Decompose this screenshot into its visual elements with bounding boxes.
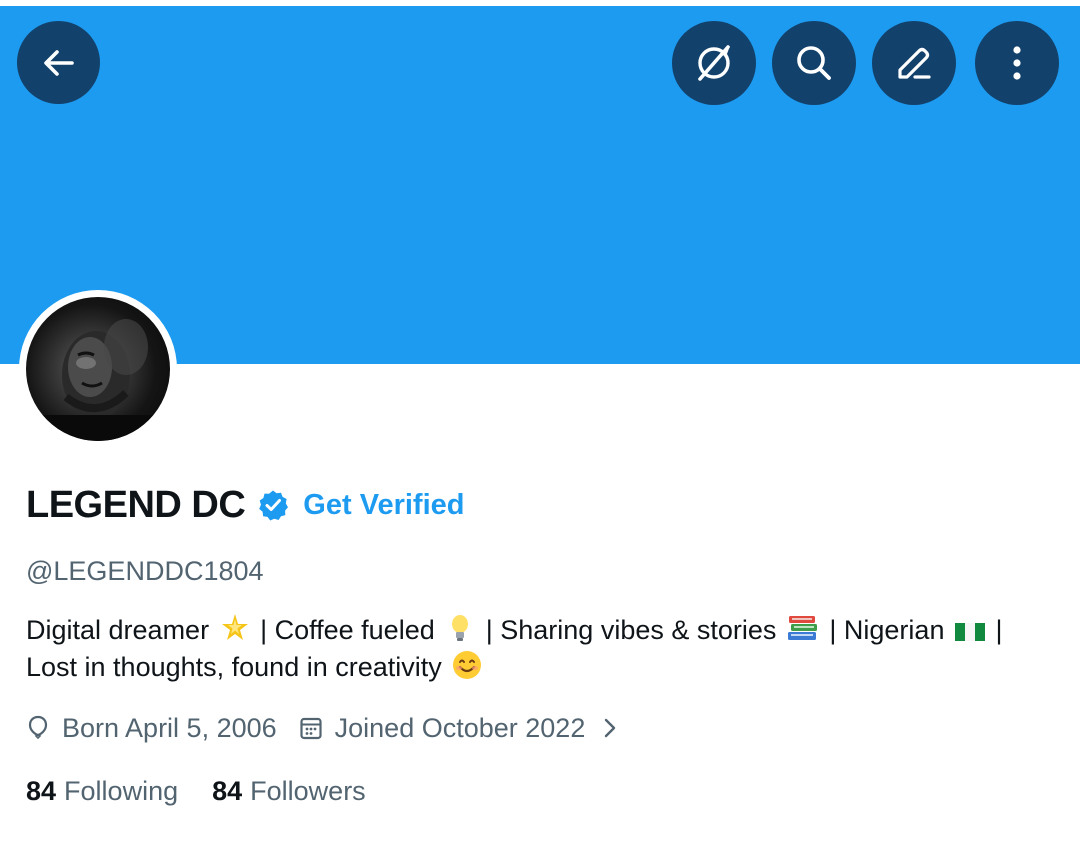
- avatar-image: [26, 319, 170, 441]
- search-button[interactable]: [772, 21, 856, 105]
- following-link[interactable]: 84 Following: [26, 776, 178, 807]
- following-count: 84: [26, 775, 57, 806]
- bio-text-6: Lost in thoughts, found in creativity: [26, 652, 450, 682]
- bio-text-1: Digital dreamer: [26, 615, 217, 645]
- bio: Digital dreamer | Coffee fueled | Sharin…: [26, 612, 1056, 686]
- smiling-face-emoji: [453, 651, 482, 679]
- user-handle: @LEGENDDC1804: [26, 556, 264, 586]
- followers-label: Followers: [250, 775, 366, 806]
- arrow-left-icon: [43, 49, 74, 76]
- more-vertical-icon: [1013, 46, 1021, 80]
- bio-text-4: | Nigerian: [821, 615, 952, 645]
- light-bulb-emoji: [452, 615, 469, 641]
- follow-stats: 84 Following 84 Followers: [26, 772, 366, 810]
- verified-badge-icon[interactable]: [257, 489, 289, 521]
- get-verified-link[interactable]: Get Verified: [303, 489, 464, 522]
- followers-link[interactable]: 84 Followers: [212, 776, 366, 807]
- pencil-icon: [898, 47, 931, 79]
- grok-icon: [698, 45, 730, 81]
- avatar[interactable]: [26, 297, 170, 441]
- nigeria-flag-emoji: [954, 623, 985, 641]
- grok-button[interactable]: [672, 21, 756, 105]
- balloon-icon: [28, 715, 48, 740]
- birthday-text: Born April 5, 2006: [62, 712, 277, 743]
- joined-item: Joined October 2022: [299, 712, 586, 744]
- search-icon: [797, 46, 831, 80]
- bio-text-3: | Sharing vibes & stories: [478, 615, 784, 645]
- followers-count: 84: [212, 775, 243, 806]
- books-emoji: [787, 616, 817, 640]
- more-options-button[interactable]: [975, 21, 1059, 105]
- calendar-icon: [300, 717, 322, 740]
- avatar-ring[interactable]: [19, 290, 177, 448]
- bio-text-5: |: [987, 615, 1003, 645]
- glowing-star-emoji: [221, 614, 248, 640]
- joined-text: Joined October 2022: [334, 712, 586, 743]
- chevron-right-icon[interactable]: [603, 716, 617, 740]
- edit-profile-button[interactable]: [872, 21, 956, 105]
- back-button[interactable]: [17, 21, 100, 104]
- following-label: Following: [64, 775, 179, 806]
- profile-meta: Born April 5, 2006 Joined October 2022: [26, 708, 617, 748]
- display-name: LEGEND DC: [26, 483, 246, 526]
- bio-text-2: | Coffee fueled: [252, 615, 443, 645]
- name-row: LEGEND DC Get Verified: [26, 482, 464, 528]
- profile-page: LEGEND DC Get Verified @LEGENDDC1804 Dig…: [0, 0, 1080, 857]
- birthday-item: Born April 5, 2006: [26, 713, 277, 744]
